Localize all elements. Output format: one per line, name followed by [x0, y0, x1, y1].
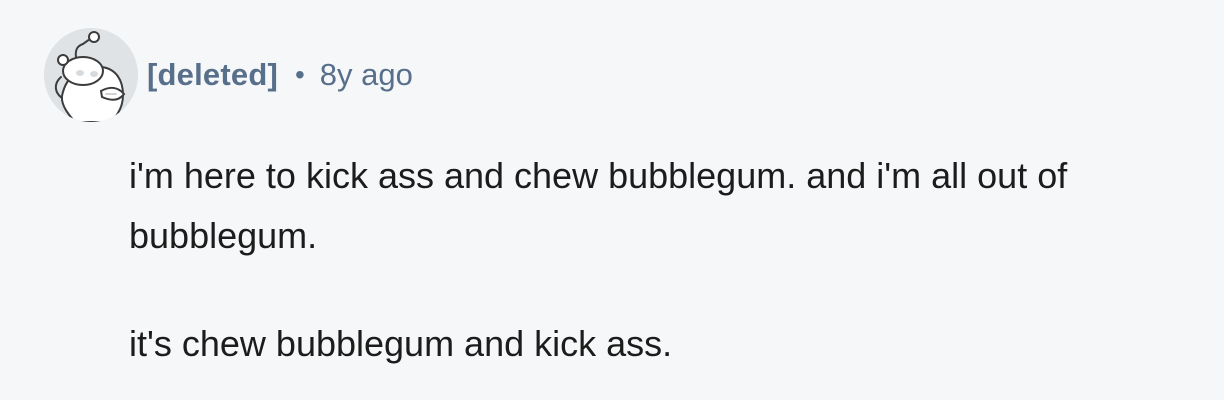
comment-header: [deleted] • 8y ago — [44, 28, 413, 122]
avatar[interactable] — [44, 28, 138, 122]
comment-body: i'm here to kick ass and chew bubblegum.… — [129, 146, 1189, 374]
comment-paragraph: it's chew bubblegum and kick ass. — [129, 323, 673, 364]
comment-paragraph: i'm here to kick ass and chew bubblegum.… — [129, 155, 1068, 256]
meta-separator: • — [294, 59, 305, 90]
comment: [deleted] • 8y ago i'm here to kick ass … — [0, 0, 1224, 400]
author-username[interactable]: [deleted] — [147, 57, 278, 93]
deleted-user-snoo-icon — [44, 28, 138, 122]
comment-timestamp[interactable]: 8y ago — [320, 57, 413, 93]
